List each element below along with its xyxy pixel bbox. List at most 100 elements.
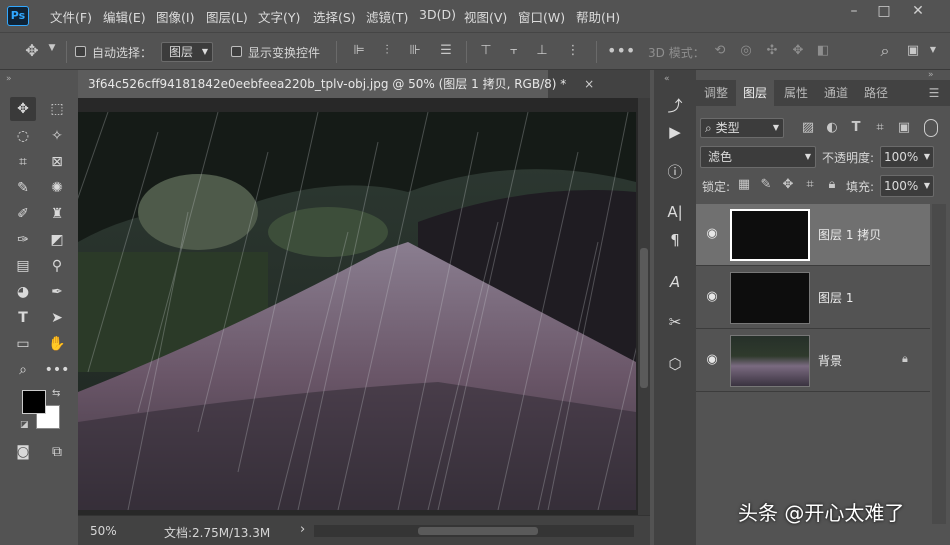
menu-filter[interactable]: 滤镜(T) <box>366 7 408 26</box>
3d-slide-icon[interactable]: ✥ <box>788 43 808 58</box>
tool-presets-icon[interactable]: ✂ <box>658 308 692 336</box>
document-tab[interactable]: 3f64c526cff94181842e0eebfeea220b_tplv-ob… <box>78 70 594 98</box>
align-right-icon[interactable]: ⊪ <box>406 43 424 58</box>
filter-shape-icon[interactable]: ⌗ <box>872 120 888 135</box>
pen-tool[interactable]: ✒ <box>44 280 70 304</box>
layer-filter-dropdown[interactable]: ⌕ 类型 ▼ <box>700 118 784 138</box>
3d-panel-icon[interactable]: ⬡ <box>658 350 692 378</box>
lock-position-icon[interactable]: ✥ <box>780 177 796 192</box>
type-tool[interactable]: T <box>10 306 36 330</box>
quick-mask-icon[interactable]: ◙ <box>10 440 36 464</box>
screen-mode-icon[interactable]: ⧉ <box>44 440 70 464</box>
filter-pixel-icon[interactable]: ▨ <box>800 120 816 135</box>
actions-play-icon[interactable]: ▶ <box>658 118 692 146</box>
swap-colors-icon[interactable]: ⇆ <box>52 388 60 399</box>
default-colors-icon[interactable]: ◪ <box>20 420 29 430</box>
visibility-eye-icon[interactable]: ◉ <box>704 226 720 242</box>
align-middle-v-icon[interactable]: ⫟ <box>505 43 523 58</box>
minimize-button[interactable]: – <box>838 0 870 24</box>
move-tool[interactable]: ✥ <box>10 97 36 121</box>
menu-file[interactable]: 文件(F) <box>50 7 92 26</box>
maximize-button[interactable]: □ <box>868 0 900 24</box>
character-icon[interactable]: A| <box>658 198 692 226</box>
layer-row[interactable]: ◉ 图层 1 <box>696 267 930 329</box>
search-icon[interactable]: ⌕ <box>876 41 894 61</box>
status-arrow-icon[interactable]: › <box>300 522 305 537</box>
menu-layer[interactable]: 图层(L) <box>206 7 248 26</box>
tab-layers[interactable]: 图层 <box>736 80 774 106</box>
auto-select-checkbox[interactable] <box>75 46 86 57</box>
menu-help[interactable]: 帮助(H) <box>576 7 620 26</box>
brush-tool[interactable]: ✐ <box>10 202 36 226</box>
3d-camera-icon[interactable]: ◧ <box>813 43 833 58</box>
marquee-tool[interactable]: ⬚ <box>44 97 70 121</box>
align-top-icon[interactable]: ⊤ <box>477 43 495 58</box>
lock-pixels-icon[interactable]: ✎ <box>758 177 774 192</box>
history-icon[interactable]: ⤴ <box>658 92 692 120</box>
more-options-icon[interactable]: ••• <box>607 41 635 60</box>
frame-tool[interactable]: ⊠ <box>44 150 70 174</box>
crop-tool[interactable]: ⌗ <box>10 150 36 174</box>
workspace-icon[interactable]: ▣ <box>904 43 922 58</box>
foreground-color-swatch[interactable] <box>22 390 46 414</box>
3d-pan-icon[interactable]: ✣ <box>762 43 782 58</box>
lasso-tool[interactable]: ◌ <box>10 124 36 148</box>
3d-roll-icon[interactable]: ◎ <box>736 43 756 58</box>
distribute-v-icon[interactable]: ⋮ <box>564 43 582 58</box>
align-left-icon[interactable]: ⊫ <box>350 43 368 58</box>
lock-artboard-icon[interactable]: ⌗ <box>802 177 818 192</box>
tab-adjustments[interactable]: 调整 <box>696 80 736 106</box>
horizontal-scrollbar[interactable] <box>314 525 634 537</box>
layer-row[interactable]: ◉ 背景 🔒︎ <box>696 330 930 392</box>
menu-select[interactable]: 选择(S) <box>313 7 356 26</box>
menu-edit[interactable]: 编辑(E) <box>103 7 146 26</box>
glyphs-icon[interactable]: A <box>658 268 692 296</box>
eraser-tool[interactable]: ◩ <box>44 228 70 252</box>
blend-mode-dropdown[interactable]: 滤色 ▼ <box>700 146 816 168</box>
opacity-input[interactable]: 100% ▼ <box>880 146 934 168</box>
chevron-down-icon[interactable]: ▼ <box>46 43 58 53</box>
align-center-h-icon[interactable]: ⫶ <box>378 43 396 58</box>
more-tools-icon[interactable]: ••• <box>44 358 70 382</box>
rectangle-tool[interactable]: ▭ <box>10 332 36 356</box>
filter-smart-icon[interactable]: ▣ <box>896 120 912 135</box>
move-tool-icon[interactable]: ✥ <box>22 41 42 60</box>
scroll-thumb[interactable] <box>418 527 538 535</box>
visibility-eye-icon[interactable]: ◉ <box>704 352 720 368</box>
tab-channels[interactable]: 通道 <box>816 80 856 106</box>
scroll-thumb[interactable] <box>640 248 648 388</box>
menu-view[interactable]: 视图(V) <box>464 7 507 26</box>
tab-paths[interactable]: 路径 <box>856 80 896 106</box>
zoom-level[interactable]: 50% <box>90 524 117 538</box>
visibility-eye-icon[interactable]: ◉ <box>704 289 720 305</box>
tab-properties[interactable]: 属性 <box>776 80 816 106</box>
magic-wand-tool[interactable]: ✧ <box>44 124 70 148</box>
menu-3d[interactable]: 3D(D) <box>419 7 456 22</box>
menu-type[interactable]: 文字(Y) <box>258 7 300 26</box>
filter-toggle[interactable] <box>924 119 938 137</box>
history-brush-tool[interactable]: ✑ <box>10 228 36 252</box>
info-icon[interactable]: ⓘ <box>658 158 692 186</box>
filter-adjust-icon[interactable]: ◐ <box>824 120 840 135</box>
spot-heal-tool[interactable]: ✺ <box>44 176 70 200</box>
collapse-icon[interactable]: « <box>664 74 670 84</box>
panel-menu-icon[interactable]: ☰ <box>922 80 946 106</box>
paragraph-icon[interactable]: ¶ <box>658 226 692 254</box>
collapse-icon[interactable]: » <box>6 74 12 84</box>
filter-type-icon[interactable]: T <box>848 120 864 135</box>
path-select-tool[interactable]: ➤ <box>44 306 70 330</box>
layers-scrollbar[interactable] <box>932 204 946 524</box>
stamp-tool[interactable]: ♜ <box>44 202 70 226</box>
canvas-image[interactable] <box>78 112 636 510</box>
blur-tool[interactable]: ⚲ <box>44 254 70 278</box>
hand-tool[interactable]: ✋ <box>44 332 70 356</box>
collapse-icon[interactable]: » <box>928 70 934 80</box>
3d-orbit-icon[interactable]: ⟲ <box>710 43 730 58</box>
close-tab-icon[interactable]: × <box>584 77 594 91</box>
lock-transparent-icon[interactable]: ▦ <box>736 177 752 192</box>
menu-image[interactable]: 图像(I) <box>156 7 194 26</box>
lock-all-icon[interactable]: 🔒︎ <box>824 177 840 192</box>
zoom-tool[interactable]: ⌕ <box>10 358 36 382</box>
eyedropper-tool[interactable]: ✎ <box>10 176 36 200</box>
layer-row[interactable]: ◉ 图层 1 拷贝 <box>696 204 930 266</box>
